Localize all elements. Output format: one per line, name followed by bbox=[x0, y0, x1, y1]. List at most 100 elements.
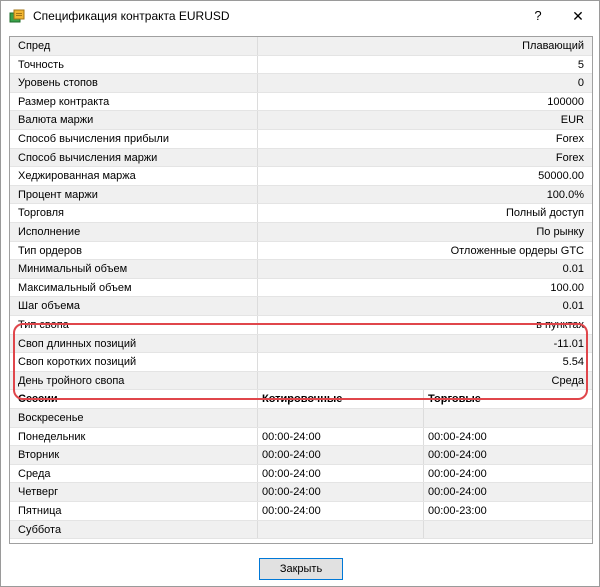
spec-row[interactable]: Тип свопа в пунктах bbox=[10, 316, 592, 335]
session-row[interactable]: Суббота bbox=[10, 520, 592, 540]
spec-row[interactable]: Своп коротких позиций 5.54 bbox=[10, 353, 592, 372]
column-divider bbox=[257, 371, 258, 390]
session-row[interactable]: Вторник 00:00-24:00 00:00-24:00 bbox=[10, 446, 592, 465]
spec-key: Своп длинных позиций bbox=[18, 337, 137, 350]
spec-key: Исполнение bbox=[18, 226, 81, 238]
column-divider bbox=[423, 502, 424, 520]
spec-key: Валюта маржи bbox=[18, 114, 94, 127]
column-divider bbox=[257, 390, 258, 408]
spec-row[interactable]: Максимальный объем 100.00 bbox=[10, 278, 592, 298]
spec-value: 5.54 bbox=[562, 356, 584, 369]
quote-sessions-header: Котировочные bbox=[262, 393, 343, 406]
spec-key: Уровень стопов bbox=[18, 77, 98, 90]
session-row[interactable]: Четверг 00:00-24:00 00:00-24:00 bbox=[10, 483, 592, 502]
column-divider bbox=[423, 390, 424, 408]
spec-row[interactable]: Тип ордеров Отложенные ордеры GTC bbox=[10, 241, 592, 261]
column-divider bbox=[257, 92, 258, 111]
spec-key: Способ вычисления маржи bbox=[18, 151, 158, 164]
spec-key: День тройного свопа bbox=[18, 374, 125, 387]
column-divider bbox=[257, 223, 258, 241]
spec-row[interactable]: Уровень стопов 0 bbox=[10, 74, 592, 93]
sessions-header: Сессии bbox=[18, 393, 58, 406]
spec-row[interactable]: День тройного свопа Среда bbox=[10, 371, 592, 391]
column-divider bbox=[257, 502, 258, 520]
help-button[interactable]: ? bbox=[523, 4, 553, 28]
session-day: Суббота bbox=[18, 523, 62, 536]
window-title: Спецификация контракта EURUSD bbox=[33, 9, 230, 23]
spec-row[interactable]: Точность 5 bbox=[10, 55, 592, 75]
spec-key: Тип ордеров bbox=[18, 244, 82, 257]
trade-sessions-header: Торговые bbox=[428, 393, 481, 406]
title-bar: Спецификация контракта EURUSD ? ✕ bbox=[1, 1, 599, 31]
column-divider bbox=[257, 446, 258, 464]
spec-key: Спред bbox=[18, 40, 51, 52]
trade-session-time: 00:00-24:00 bbox=[428, 467, 487, 480]
spec-value: По рынку bbox=[536, 226, 584, 238]
trade-session-time: 00:00-23:00 bbox=[428, 505, 487, 517]
close-button[interactable]: Закрыть bbox=[259, 558, 343, 580]
spec-value: EUR bbox=[560, 114, 584, 127]
spec-value: в пунктах bbox=[536, 319, 584, 331]
spec-value: 100.0% bbox=[546, 188, 584, 201]
spec-value: 100.00 bbox=[550, 281, 584, 294]
quote-session-time: 00:00-24:00 bbox=[262, 505, 321, 517]
trade-session-time: 00:00-24:00 bbox=[428, 430, 487, 443]
spec-value: Среда bbox=[551, 374, 584, 387]
spec-row[interactable]: Своп длинных позиций -11.01 bbox=[10, 334, 592, 354]
spec-row[interactable]: Валюта маржи EUR bbox=[10, 111, 592, 130]
spec-row[interactable]: Процент маржи 100.0% bbox=[10, 185, 592, 205]
spec-row[interactable]: Спред Плавающий bbox=[10, 37, 592, 56]
column-divider bbox=[257, 111, 258, 129]
spec-key: Точность bbox=[18, 58, 64, 71]
spec-value: 50000.00 bbox=[538, 170, 584, 183]
session-row[interactable]: Понедельник 00:00-24:00 00:00-24:00 bbox=[10, 427, 592, 447]
spec-row[interactable]: Торговля Полный доступ bbox=[10, 204, 592, 223]
column-divider bbox=[257, 185, 258, 204]
column-divider bbox=[257, 278, 258, 297]
trade-session-time: 00:00-24:00 bbox=[428, 449, 487, 462]
quote-session-time: 00:00-24:00 bbox=[262, 486, 321, 499]
column-divider bbox=[423, 446, 424, 464]
quote-session-time: 00:00-24:00 bbox=[262, 430, 321, 443]
app-icon bbox=[9, 9, 25, 23]
quote-session-time: 00:00-24:00 bbox=[262, 467, 321, 480]
spec-value: Полный доступ bbox=[505, 207, 584, 220]
spec-table[interactable]: Спред Плавающий Точность 5 Уровень стопов 0 Ра… bbox=[9, 36, 593, 544]
column-divider bbox=[257, 74, 258, 92]
spec-key: Торговля bbox=[18, 207, 64, 220]
session-day: Понедельник bbox=[18, 430, 86, 443]
session-day: Вторник bbox=[18, 449, 60, 462]
spec-value: Плавающий bbox=[522, 40, 584, 52]
quote-session-time: 00:00-24:00 bbox=[262, 449, 321, 462]
column-divider bbox=[257, 316, 258, 334]
close-window-button[interactable]: ✕ bbox=[563, 4, 593, 28]
spec-value: Отложенные ордеры GTC bbox=[450, 244, 584, 257]
sessions-header-row[interactable]: Сессии Котировочные Торговые bbox=[10, 390, 592, 409]
spec-value: 0.01 bbox=[562, 300, 584, 313]
column-divider bbox=[257, 204, 258, 222]
spec-value: 100000 bbox=[547, 95, 584, 108]
column-divider bbox=[257, 55, 258, 74]
spec-row[interactable]: Исполнение По рынку bbox=[10, 223, 592, 242]
spec-row[interactable]: Способ вычисления маржи Forex bbox=[10, 148, 592, 168]
column-divider bbox=[423, 427, 424, 446]
column-divider bbox=[257, 520, 258, 539]
spec-row[interactable]: Минимальный объем 0.01 bbox=[10, 260, 592, 279]
spec-row[interactable]: Хеджированная маржа 50000.00 bbox=[10, 167, 592, 186]
column-divider bbox=[257, 167, 258, 185]
session-row[interactable]: Воскресенье bbox=[10, 409, 592, 428]
spec-key: Способ вычисления прибыли bbox=[18, 133, 169, 145]
column-divider bbox=[423, 464, 424, 483]
spec-row[interactable]: Размер контракта 100000 bbox=[10, 92, 592, 112]
session-day: Пятница bbox=[18, 505, 62, 517]
spec-row[interactable]: Шаг объема 0.01 bbox=[10, 297, 592, 316]
column-divider bbox=[257, 241, 258, 260]
spec-key: Процент маржи bbox=[18, 188, 98, 201]
column-divider bbox=[257, 427, 258, 446]
spec-row[interactable]: Способ вычисления прибыли Forex bbox=[10, 130, 592, 149]
column-divider bbox=[257, 260, 258, 278]
session-row[interactable]: Среда 00:00-24:00 00:00-24:00 bbox=[10, 464, 592, 484]
session-row[interactable]: Пятница 00:00-24:00 00:00-23:00 bbox=[10, 502, 592, 521]
column-divider bbox=[423, 409, 424, 427]
column-divider bbox=[423, 483, 424, 501]
